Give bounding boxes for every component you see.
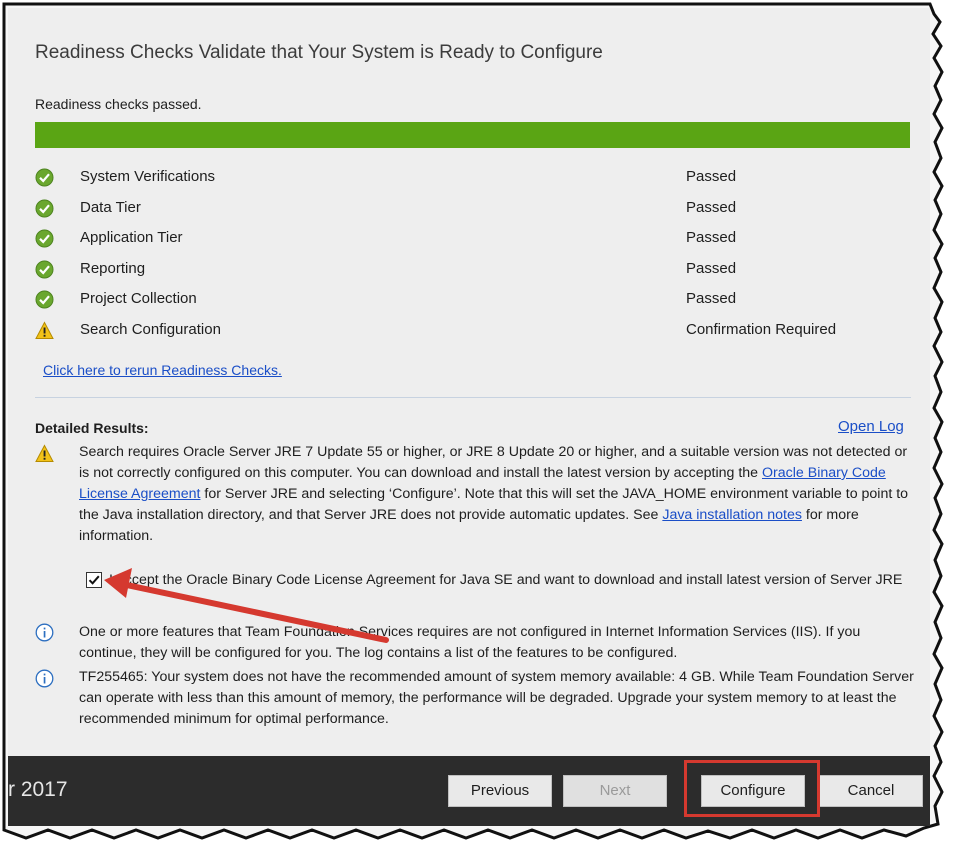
warning-icon <box>35 444 54 462</box>
product-name: r 2017 <box>8 778 68 801</box>
search-jre-message: Search requires Oracle Server JRE 7 Upda… <box>79 442 914 547</box>
checkmark-icon <box>88 575 100 585</box>
open-log-link[interactable]: Open Log <box>838 418 904 435</box>
check-row-application-tier: Application Tier Passed <box>35 224 915 255</box>
rerun-readiness-link[interactable]: Click here to rerun Readiness Checks. <box>43 362 282 378</box>
detailed-results-heading: Detailed Results: <box>35 420 149 436</box>
readiness-status-text: Readiness checks passed. <box>35 96 202 112</box>
java-installation-notes-link[interactable]: Java installation notes <box>662 507 802 523</box>
dialog-panel: Readiness Checks Validate that Your Syst… <box>8 8 930 756</box>
divider <box>35 397 911 398</box>
page-title: Readiness Checks Validate that Your Syst… <box>35 42 603 63</box>
check-status: Passed <box>686 229 737 247</box>
check-name: Reporting <box>80 259 146 277</box>
check-name: Project Collection <box>80 290 197 308</box>
configure-highlight-box <box>684 760 820 817</box>
check-name: System Verifications <box>80 168 216 185</box>
info-icon <box>35 623 54 642</box>
check-row-reporting: Reporting Passed <box>35 255 915 286</box>
check-status: Passed <box>686 198 737 216</box>
check-status: Confirmation Required <box>686 320 837 338</box>
check-circle-icon <box>35 168 54 187</box>
check-name: Data Tier <box>80 198 141 216</box>
check-list: System Verifications Passed Data Tier Pa… <box>35 163 915 347</box>
check-circle-icon <box>35 290 54 309</box>
previous-button[interactable]: Previous <box>448 775 552 807</box>
check-name: Application Tier <box>80 229 183 247</box>
check-status: Passed <box>686 290 737 308</box>
progress-bar <box>35 122 910 148</box>
info-icon <box>35 669 54 688</box>
check-row-data-tier: Data Tier Passed <box>35 194 915 225</box>
cancel-button[interactable]: Cancel <box>819 775 923 807</box>
check-row-project-collection: Project Collection Passed <box>35 285 915 316</box>
check-name: Search Configuration <box>80 320 221 338</box>
memory-message: TF255465: Your system does not have the … <box>79 669 914 727</box>
warning-icon <box>35 321 54 339</box>
check-row-system-verifications: System Verifications Passed <box>35 163 915 194</box>
check-circle-icon <box>35 199 54 218</box>
accept-license-label[interactable]: I accept the Oracle Binary Code License … <box>109 570 914 590</box>
check-circle-icon <box>35 260 54 279</box>
iis-message: One or more features that Team Foundatio… <box>79 624 861 661</box>
accept-license-checkbox[interactable] <box>86 572 102 588</box>
next-button[interactable]: Next <box>563 775 667 807</box>
check-circle-icon <box>35 229 54 248</box>
check-status: Passed <box>686 259 737 277</box>
footer-bar: r 2017 Previous Next Configure Cancel <box>8 756 930 826</box>
check-row-search-configuration: Search Configuration Confirmation Requir… <box>35 316 915 347</box>
check-status: Passed <box>686 168 737 185</box>
